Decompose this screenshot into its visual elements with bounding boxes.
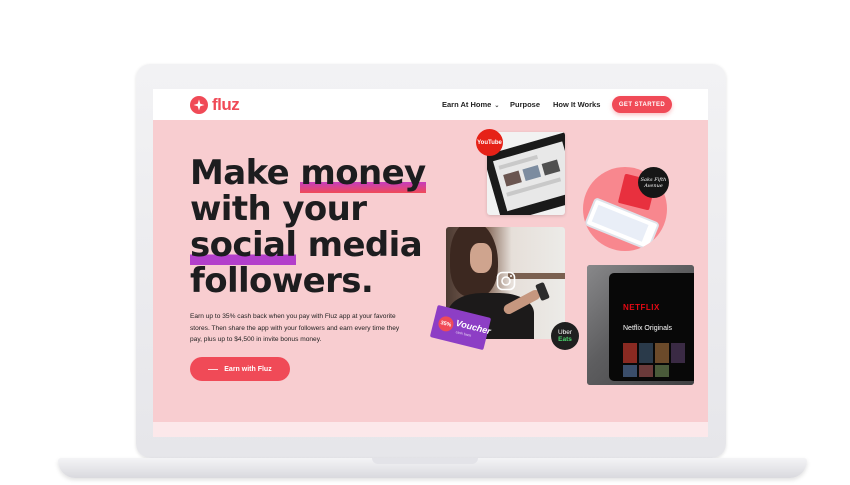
netflix-tile — [639, 343, 653, 363]
earn-with-fluz-label: Earn with Fluz — [224, 365, 272, 373]
headline-line-2: with your — [190, 189, 367, 229]
headline-line-4: followers. — [190, 261, 374, 301]
fluz-logo-icon — [190, 96, 208, 114]
screen-bottom-strip — [153, 422, 708, 437]
laptop-notch — [372, 458, 478, 464]
photo-shelf — [508, 273, 565, 279]
tablet-screen — [492, 141, 565, 212]
button-dash-icon — [208, 368, 219, 370]
netflix-tile — [639, 365, 653, 377]
nav-purpose[interactable]: Purpose — [510, 100, 540, 109]
video-thumbnail — [522, 165, 542, 181]
headline-line-3: social media — [190, 225, 426, 265]
uber-label: Uber — [557, 329, 573, 336]
laptop-screen: fluz Earn At Home ⌄ Purpose How It Works … — [153, 89, 708, 437]
headline-highlight-social: social — [190, 225, 297, 265]
youtube-badge-icon: YouTube — [476, 129, 503, 156]
hero-headline: Make money with your social media follow… — [190, 153, 426, 301]
hero-description: Earn up to 35% cash back when you pay wi… — [190, 313, 400, 343]
voucher-percent: 35% — [436, 314, 456, 333]
fluz-logo[interactable]: fluz — [190, 95, 240, 115]
earn-with-fluz-button[interactable]: Earn with Fluz — [190, 357, 290, 381]
headline-text: media — [296, 225, 423, 265]
phone-screen — [591, 204, 649, 242]
video-thumbnail — [541, 159, 561, 176]
netflix-logo: NETFLIX — [623, 303, 660, 312]
video-thumbnail — [503, 170, 522, 187]
headline-line-1: Make money — [190, 153, 426, 193]
netflix-photo: NETFLIX Netflix Originals — [587, 265, 694, 385]
nav-earn-at-home[interactable]: Earn At Home ⌄ — [442, 100, 499, 109]
headline-text: Make — [190, 153, 301, 193]
nav-how-it-works[interactable]: How It Works — [553, 100, 600, 109]
logo-wordmark: fluz — [212, 95, 240, 114]
headline-highlight-money: money — [300, 153, 426, 193]
chevron-down-icon: ⌄ — [494, 103, 500, 109]
eats-label: Eats — [558, 336, 572, 343]
navbar: fluz Earn At Home ⌄ Purpose How It Works … — [153, 89, 708, 120]
photo-face — [470, 243, 492, 273]
netflix-tile — [655, 343, 669, 363]
netflix-tile — [623, 365, 637, 377]
netflix-tile — [655, 365, 669, 377]
netflix-originals-title: Netflix Originals — [623, 325, 673, 332]
netflix-screen: NETFLIX Netflix Originals — [609, 273, 694, 381]
get-started-button[interactable]: GET STARTED — [612, 96, 672, 113]
saks-badge-icon: Saks Fifth Avenue — [638, 167, 669, 198]
nav-earn-label: Earn At Home — [442, 100, 492, 109]
uber-eats-badge-icon: Uber Eats — [551, 322, 579, 350]
netflix-tile — [671, 343, 685, 363]
instagram-icon — [496, 271, 516, 291]
netflix-tile — [623, 343, 637, 363]
